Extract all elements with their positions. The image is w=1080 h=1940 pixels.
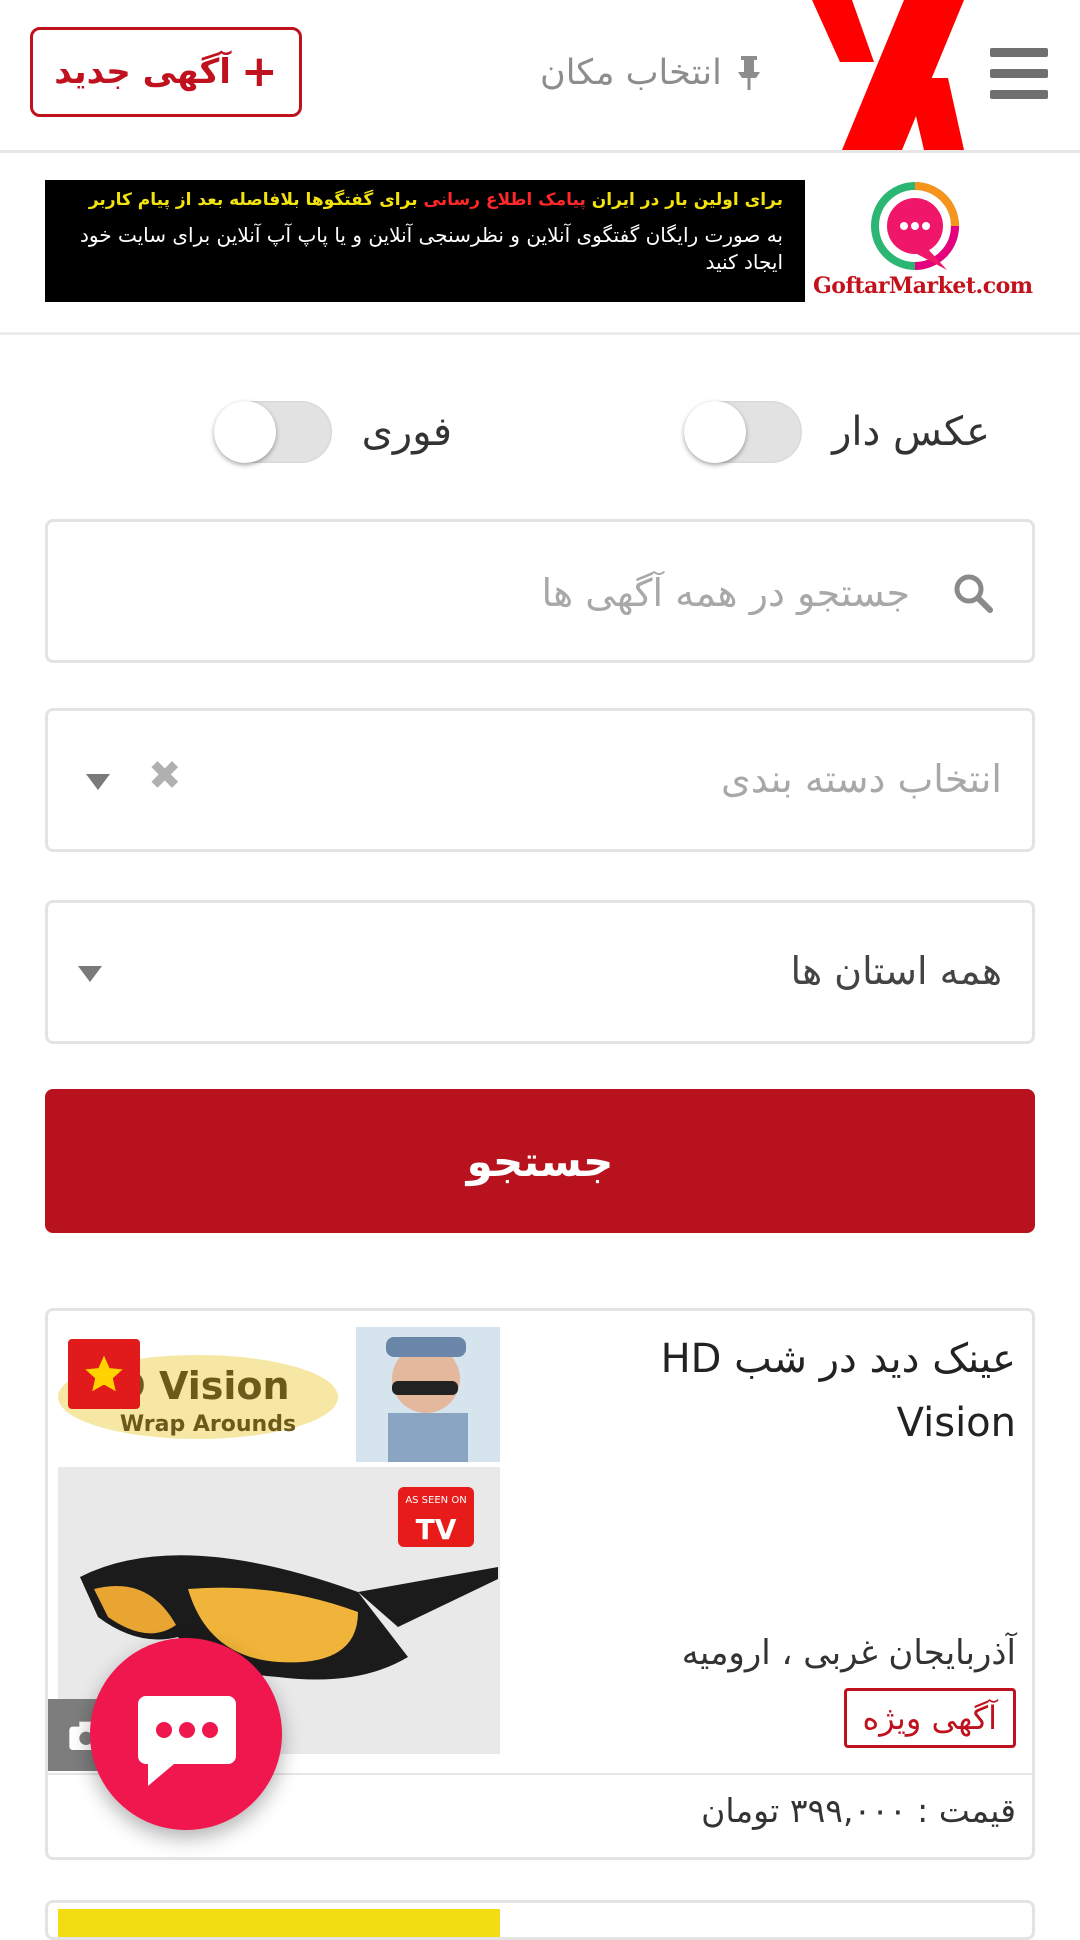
banner-headline-highlight: پیامک اطلاع رسانی	[423, 190, 586, 210]
top-header: انتخاب مکان + آگهی جدید	[0, 0, 1080, 153]
chevron-down-icon[interactable]	[78, 966, 102, 982]
chat-button[interactable]	[90, 1638, 282, 1830]
goftarmarket-logo: GoftarMarket.com	[805, 180, 1035, 302]
featured-badge: آگهی ویژه	[843, 1688, 1016, 1748]
province-select[interactable]: همه استان ها	[45, 900, 1035, 1044]
site-logo[interactable]	[812, 0, 964, 150]
urgent-filter: فوری	[213, 400, 452, 464]
chevron-down-icon[interactable]	[86, 774, 110, 790]
listing-image[interactable]	[58, 1909, 500, 1937]
banner-headline-end: برای گفتگوها بلافاصله بعد از پیام کاربر	[88, 190, 424, 210]
province-value: همه استان ها	[790, 949, 1002, 993]
divider	[0, 332, 1080, 335]
banner-logo-text: GoftarMarket.com	[813, 273, 1033, 299]
chat-icon	[138, 1696, 236, 1786]
new-ad-label: آگهی جدید	[54, 52, 231, 92]
listing-card-next[interactable]	[45, 1900, 1035, 1940]
search-icon	[954, 574, 993, 613]
menu-icon[interactable]	[990, 48, 1050, 100]
new-ad-button[interactable]: + آگهی جدید	[30, 27, 302, 117]
location-selector[interactable]: انتخاب مکان	[540, 48, 762, 98]
tv-badge-text: TV	[416, 1513, 457, 1546]
urgent-label: فوری	[361, 409, 452, 455]
banner-text: برای اولین بار در ایران پیامک اطلاع رسان…	[45, 180, 805, 302]
product-logo-subtext: Wrap Arounds	[120, 1412, 296, 1437]
tv-badge-top: AS SEEN ON	[405, 1495, 466, 1506]
star-icon	[68, 1339, 140, 1409]
location-label: انتخاب مکان	[540, 53, 722, 93]
ad-banner[interactable]: برای اولین بار در ایران پیامک اطلاع رسان…	[45, 180, 1035, 302]
has-photo-toggle[interactable]	[684, 401, 803, 463]
has-photo-label: عکس دار	[832, 409, 990, 455]
banner-headline: برای اولین بار در ایران پیامک اطلاع رسان…	[63, 190, 783, 210]
listing-price: قیمت : ۳۹۹,۰۰۰ تومان	[701, 1791, 1016, 1830]
search-box	[45, 519, 1035, 663]
clear-icon[interactable]: ✖	[148, 753, 182, 799]
plus-icon: +	[240, 46, 278, 97]
has-photo-filter: عکس دار	[684, 400, 990, 464]
listing-title[interactable]: عینک دید در شب HD Vision	[576, 1327, 1016, 1455]
search-button[interactable]: جستجو	[45, 1089, 1035, 1233]
banner-headline-start: برای اولین بار در ایران	[585, 190, 783, 210]
chat-bubble-logo-icon	[871, 182, 959, 270]
listing-location: آذربایجان غربی ، ارومیه	[681, 1633, 1016, 1673]
category-placeholder: انتخاب دسته بندی	[721, 757, 1002, 801]
urgent-toggle[interactable]	[213, 401, 332, 463]
banner-description: به صورت رایگان گفتگوی آنلاین و نظرسنجی آ…	[79, 223, 783, 274]
category-select[interactable]: انتخاب دسته بندی ✖	[45, 708, 1035, 852]
pin-icon	[737, 56, 760, 90]
search-input[interactable]	[208, 562, 912, 624]
